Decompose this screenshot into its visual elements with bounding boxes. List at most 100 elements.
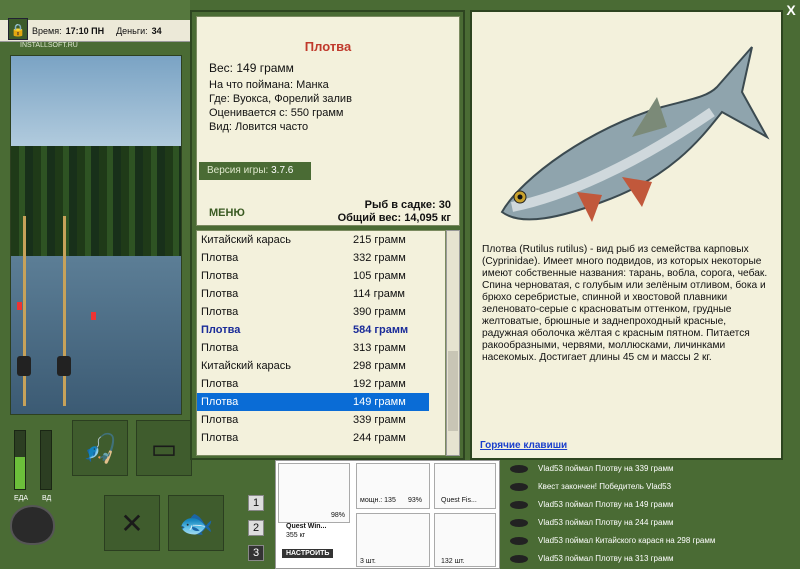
catch-list-item[interactable]: Плотва 192 грамм (197, 375, 429, 393)
log-entry: Vlad53 поймал Плотву на 149 грамм (500, 496, 800, 514)
lock-icon[interactable]: 🔒 (8, 18, 28, 40)
fish-info-panel: Плотва Вес: 149 грамм На что поймана: Ма… (196, 16, 460, 226)
fishing-rod[interactable] (63, 216, 66, 406)
tab-2[interactable]: 2 (248, 520, 264, 536)
fish-bait: На что поймана: Манка (209, 79, 329, 91)
rod-tool-icon[interactable]: 🎣 (72, 420, 128, 476)
menu-button[interactable]: МЕНЮ (209, 207, 245, 219)
log-entry: Квест закончен! Победитель Vlad53 (500, 478, 800, 496)
version-value: 3.7.6 (271, 165, 294, 176)
catch-list-item[interactable]: Плотва 149 грамм (197, 393, 429, 411)
food-meter (14, 430, 26, 490)
catch-list-item[interactable]: Плотва 244 грамм (197, 429, 429, 447)
fish-icon (510, 555, 528, 563)
fishing-rod[interactable] (23, 216, 26, 406)
money-value: 34 (151, 25, 162, 36)
fish-weight: Вес: 149 грамм (209, 61, 294, 75)
catch-fish-weight: 584 грамм (353, 324, 409, 336)
catch-list-item[interactable]: Китайский карась 215 грамм (197, 231, 429, 249)
catch-list-item[interactable]: Плотва 332 грамм (197, 249, 429, 267)
catch-list-item[interactable]: Плотва 105 грамм (197, 267, 429, 285)
catch-list-item[interactable]: Плотва 339 грамм (197, 411, 429, 429)
catch-fish-weight: 298 грамм (353, 360, 406, 372)
quest-label: Quest Win... (286, 523, 327, 530)
catch-list-item[interactable]: Плотва 114 грамм (197, 285, 429, 303)
line-label: мощн.: 135 (360, 497, 396, 504)
catch-list[interactable]: Китайский карась 215 грамм Плотва 332 грамм… (196, 230, 446, 456)
log-entry: Vlad53 поймал Плотву на 313 грамм (500, 550, 800, 568)
catch-fish-weight: 192 грамм (353, 378, 406, 390)
fish-icon (510, 465, 528, 473)
time-label: Время: (32, 25, 62, 36)
quest-fish-label: Quest Fis... (441, 497, 477, 504)
catch-fish-name: Плотва (201, 342, 239, 354)
fish-location: Где: Вуокса, Форелий залив (209, 93, 352, 105)
catch-fish-weight: 105 грамм (353, 270, 406, 282)
roach-fish-image (500, 46, 770, 222)
catch-fish-name: Плотва (201, 270, 239, 282)
knife-fork-icon[interactable]: ✕ (104, 495, 160, 551)
pot-icon[interactable] (10, 505, 55, 545)
catch-list-item[interactable]: Плотва 390 грамм (197, 303, 429, 321)
fish-description: Плотва (Rutilus rutilus) - вид рыб из се… (482, 244, 768, 363)
catch-fish-weight: 390 грамм (353, 306, 406, 318)
log-text: Vlad53 поймал Китайского карася на 298 г… (538, 536, 716, 545)
vd-label: ВД (42, 495, 52, 502)
log-text: Vlad53 поймал Плотву на 339 грамм (538, 464, 674, 473)
log-text: Vlad53 поймал Плотву на 313 грамм (538, 554, 674, 563)
rod-percent: 98% (331, 512, 346, 519)
catch-fish-name: Плотва (201, 378, 239, 390)
status-bar: Время: 17:10 ПН Деньги: 34 (0, 20, 190, 42)
catch-fish-name: Плотва (201, 324, 241, 336)
catch-fish-weight: 215 грамм (353, 234, 406, 246)
tab-1[interactable]: 1 (248, 495, 264, 511)
fish-icon[interactable]: 🐟 (168, 495, 224, 551)
catch-fish-weight: 332 грамм (353, 252, 406, 264)
setup-button[interactable]: НАСТРОИТЬ (282, 549, 334, 558)
fish-name: Плотва (304, 39, 352, 54)
cage-summary: Рыб в садке: 30 Общий вес: 14,095 кг (338, 199, 451, 225)
catch-fish-name: Плотва (201, 252, 239, 264)
fish-icon (510, 519, 528, 527)
catch-fish-name: Китайский карась (201, 234, 292, 246)
tackle-box-icon[interactable]: ▭ (136, 420, 192, 476)
hotkeys-link[interactable]: Горячие клавиши (480, 440, 567, 451)
catch-fish-weight: 244 грамм (353, 432, 406, 444)
log-text: Vlad53 поймал Плотву на 149 грамм (538, 500, 674, 509)
version-label: Версия игры: (207, 165, 269, 176)
log-text: Квест закончен! Победитель Vlad53 (538, 482, 672, 491)
bait-count: 132 шт. (441, 558, 465, 565)
fish-detail-panel: Плотва (Rutilus rutilus) - вид рыб из се… (470, 10, 783, 460)
float-icon (17, 302, 22, 310)
watermark: INSTALLSOFT.RU (20, 42, 78, 49)
vd-meter (40, 430, 52, 490)
catch-list-item[interactable]: Плотва 313 грамм (197, 339, 429, 357)
line-percent: 93% (408, 497, 423, 504)
float-icon (91, 312, 96, 320)
tab-3[interactable]: 3 (248, 545, 264, 561)
close-button[interactable]: X (783, 2, 799, 20)
water (11, 256, 181, 414)
log-entry: Vlad53 поймал Плотву на 339 грамм (500, 460, 800, 478)
catch-dialog: Плотва Вес: 149 грамм На что поймана: Ма… (190, 10, 465, 460)
reel-icon (17, 356, 31, 376)
rod-slot[interactable]: 98% (278, 463, 350, 523)
fish-kind: Вид: Ловится часто (209, 121, 309, 133)
hook-count: 3 шт. (360, 558, 376, 565)
catch-list-item[interactable]: Китайский карась 298 грамм (197, 357, 429, 375)
catch-fish-name: Китайский карась (201, 360, 292, 372)
fishing-scene[interactable] (10, 55, 182, 415)
catch-fish-name: Плотва (201, 306, 239, 318)
catch-fish-weight: 114 грамм (353, 288, 405, 300)
catch-list-scrollbar[interactable] (446, 230, 460, 456)
catch-fish-name: Плотва (201, 288, 239, 300)
time-value: 17:10 ПН (65, 25, 105, 36)
reel-icon (57, 356, 71, 376)
catch-list-item[interactable]: Плотва 584 грамм (197, 321, 429, 339)
log-entry: Vlad53 поймал Плотву на 244 грамм (500, 514, 800, 532)
sky (11, 56, 181, 156)
scrollbar-thumb[interactable] (448, 351, 458, 431)
catch-fish-weight: 313 грамм (353, 342, 406, 354)
log-entry: Vlad53 поймал Китайского карася на 298 г… (500, 532, 800, 550)
log-text: Vlad53 поймал Плотву на 244 грамм (538, 518, 674, 527)
